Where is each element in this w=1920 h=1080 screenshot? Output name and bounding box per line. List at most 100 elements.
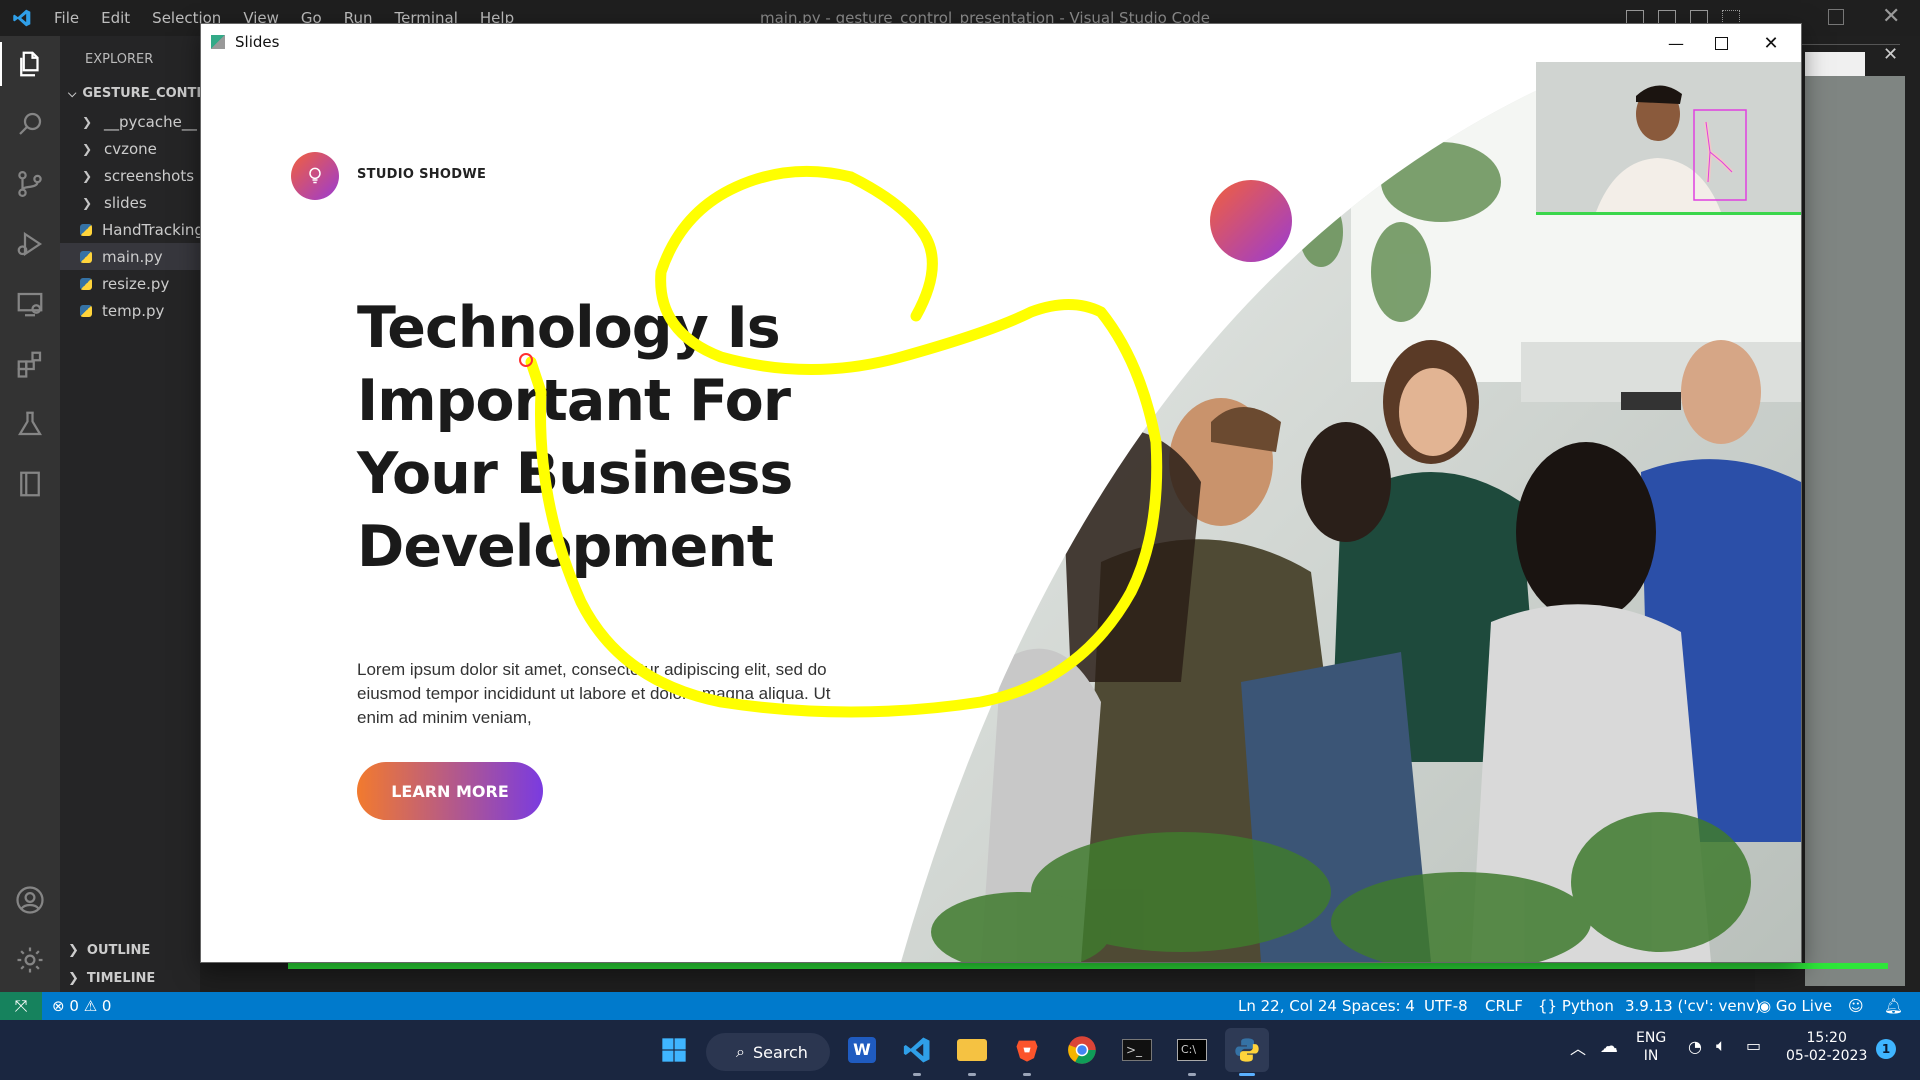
taskbar-vscode[interactable] xyxy=(895,1028,939,1076)
timeline-section[interactable]: ❯ TIMELINE xyxy=(68,971,155,986)
background-close-icon[interactable]: ✕ xyxy=(1883,44,1898,65)
taskbar-file-explorer[interactable] xyxy=(950,1028,994,1076)
taskbar-chrome[interactable] xyxy=(1060,1028,1104,1072)
brand-name: STUDIO SHODWE xyxy=(357,167,487,182)
restore-icon[interactable] xyxy=(1828,9,1844,25)
start-button[interactable] xyxy=(652,1028,696,1072)
status-bar: ⤧ ⊗ 0 ⚠ 0 Ln 22, Col 24 Spaces: 4 UTF-8 … xyxy=(0,992,1920,1020)
close-icon: ✕ xyxy=(1763,32,1779,54)
indentation[interactable]: Spaces: 4 xyxy=(1342,997,1415,1015)
terminal-icon: >_ xyxy=(1122,1039,1152,1061)
word-icon: W xyxy=(848,1037,876,1063)
headline-line-2: Important For xyxy=(357,368,791,434)
problems-indicator[interactable]: ⊗ 0 ⚠ 0 xyxy=(52,997,111,1015)
go-live-button[interactable]: ◉ Go Live xyxy=(1758,997,1832,1015)
extensions-icon[interactable] xyxy=(12,346,48,382)
minimize-button[interactable]: — xyxy=(1651,28,1701,58)
tree-file-temp[interactable]: temp.py xyxy=(60,297,200,324)
source-control-icon[interactable] xyxy=(12,166,48,202)
outline-section[interactable]: ❯ OUTLINE xyxy=(68,943,150,958)
onedrive-cloud-icon[interactable]: ☁ xyxy=(1600,1038,1618,1056)
chevron-down-icon: ⌵ xyxy=(68,87,77,100)
python-file-icon xyxy=(80,250,92,263)
chrome-icon xyxy=(1068,1036,1096,1064)
vscode-close-icon[interactable]: ✕ xyxy=(1882,4,1900,29)
explorer-header: EXPLORER xyxy=(85,52,154,67)
menu-edit[interactable]: Edit xyxy=(101,9,130,27)
tree-folder-slides[interactable]: ❯ slides xyxy=(60,189,200,216)
windows-taskbar: W >_ C:\ ︿ ☁ ENG IN ◔ 🔈︎ ▭ 15:20 05-02-2… xyxy=(0,1020,1920,1080)
camera-frame-border xyxy=(288,963,1888,969)
windows-logo-icon xyxy=(662,1038,686,1062)
close-button[interactable]: ✕ xyxy=(1746,28,1796,58)
taskbar-word[interactable]: W xyxy=(840,1028,884,1072)
taskbar-terminal[interactable]: >_ xyxy=(1115,1028,1159,1072)
maximize-button[interactable] xyxy=(1696,28,1746,58)
learn-more-button[interactable]: LEARN MORE xyxy=(357,762,543,820)
warning-icon: ⚠ xyxy=(83,997,98,1015)
battery-icon[interactable]: ▭ xyxy=(1746,1037,1761,1055)
remote-icon: ⤧ xyxy=(14,996,28,1015)
decorative-orb xyxy=(1210,180,1292,262)
slides-window-title: Slides xyxy=(235,33,280,51)
feedback-icon[interactable]: ☺ xyxy=(1848,997,1864,1015)
maximize-icon xyxy=(1714,36,1728,50)
tree-folder-cvzone[interactable]: ❯ cvzone xyxy=(60,135,200,162)
taskbar-brave[interactable] xyxy=(1005,1028,1049,1076)
explorer-icon[interactable] xyxy=(0,42,48,86)
chevron-right-icon: ❯ xyxy=(68,943,79,958)
encoding[interactable]: UTF-8 xyxy=(1424,997,1468,1015)
notifications-bell-icon[interactable]: 🔔︎ xyxy=(1884,997,1903,1015)
accounts-icon[interactable] xyxy=(12,882,48,918)
notebook-icon[interactable] xyxy=(12,466,48,502)
headline-line-1: Technology Is xyxy=(357,295,781,361)
cursor-position[interactable]: Ln 22, Col 24 xyxy=(1238,997,1337,1015)
python-interpreter[interactable]: 3.9.13 ('cv': venv) xyxy=(1625,997,1761,1015)
tree-file-handtracking[interactable]: HandTracking xyxy=(60,216,200,243)
taskbar-search[interactable]: ⌕ Search xyxy=(706,1033,830,1071)
line-ending[interactable]: CRLF xyxy=(1485,997,1523,1015)
tree-folder-pycache[interactable]: ❯ __pycache__ xyxy=(60,108,200,135)
remote-explorer-icon[interactable] xyxy=(12,286,48,322)
broadcast-icon: ◉ xyxy=(1758,997,1772,1015)
headline-line-4: Development xyxy=(357,514,774,580)
python-file-icon xyxy=(80,304,92,317)
chevron-right-icon: ❯ xyxy=(82,168,93,183)
tree-file-main[interactable]: main.py xyxy=(60,243,200,270)
error-icon: ⊗ xyxy=(52,997,65,1015)
vscode-logo-icon xyxy=(13,9,31,27)
wifi-icon[interactable]: ◔ xyxy=(1688,1038,1702,1056)
input-language[interactable]: ENG IN xyxy=(1636,1029,1666,1065)
chevron-right-icon: ❯ xyxy=(68,971,79,986)
remote-indicator[interactable]: ⤧ xyxy=(0,992,42,1020)
volume-icon[interactable]: 🔈︎ xyxy=(1716,1037,1726,1055)
tree-file-resize[interactable]: resize.py xyxy=(60,270,200,297)
headline-line-3: Your Business xyxy=(357,441,793,507)
tree-folder-screenshots[interactable]: ❯ screenshots xyxy=(60,162,200,189)
slide-body-text: Lorem ipsum dolor sit amet, consectetur … xyxy=(357,660,831,727)
tray-overflow-chevron-icon[interactable]: ︿ xyxy=(1570,1040,1586,1058)
python-icon xyxy=(1235,1038,1259,1062)
settings-gear-icon[interactable] xyxy=(12,942,48,978)
language-mode[interactable]: {} Python xyxy=(1538,997,1614,1015)
run-debug-icon[interactable] xyxy=(12,226,48,262)
camera-window-behind xyxy=(1805,76,1905,986)
brave-lion-icon xyxy=(1016,1040,1038,1062)
notification-badge[interactable]: 1 xyxy=(1876,1039,1896,1059)
clock-time: 15:20 xyxy=(1806,1030,1847,1046)
project-root[interactable]: ⌵GESTURE_CONTRO xyxy=(68,86,200,101)
taskbar-command-prompt[interactable]: C:\ xyxy=(1170,1028,1214,1076)
testing-icon[interactable] xyxy=(12,406,48,442)
taskbar-python[interactable] xyxy=(1225,1028,1269,1076)
folder-icon xyxy=(957,1039,987,1061)
chevron-right-icon: ❯ xyxy=(82,114,93,129)
search-icon[interactable] xyxy=(12,106,48,142)
system-clock[interactable]: 15:20 05-02-2023 xyxy=(1786,1029,1867,1065)
activity-bar xyxy=(0,36,60,992)
app-icon xyxy=(211,35,225,49)
chevron-right-icon: ❯ xyxy=(82,195,93,210)
webcam-preview xyxy=(1536,62,1801,215)
braces-icon: {} xyxy=(1538,997,1558,1015)
menu-file[interactable]: File xyxy=(54,9,79,27)
presentation-slide: STUDIO SHODWE Technology Is Important Fo… xyxy=(201,62,1801,962)
